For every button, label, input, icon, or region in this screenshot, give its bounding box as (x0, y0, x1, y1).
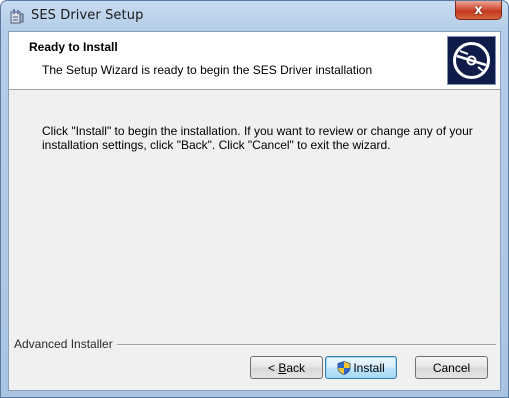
back-button[interactable]: < Back (250, 356, 323, 379)
page-subtitle: The Setup Wizard is ready to begin the S… (42, 63, 373, 77)
close-icon: x (474, 2, 483, 18)
back-button-label: ack (286, 360, 306, 375)
instructions-text: Click "Install" to begin the installatio… (42, 124, 482, 152)
uac-shield-icon (337, 360, 351, 375)
install-button-label: Install (353, 360, 385, 375)
brand-separator: Advanced Installer (14, 337, 496, 351)
disc-icon (447, 36, 496, 85)
brand-label: Advanced Installer (14, 337, 117, 351)
close-button[interactable]: x (455, 1, 502, 20)
back-button-prefix: < (267, 360, 279, 375)
setup-window: SES Driver Setup x Ready to Install The … (0, 0, 509, 398)
setup-package-icon (9, 8, 25, 24)
window-title: SES Driver Setup (31, 8, 144, 23)
back-button-mnemonic: B (278, 360, 287, 375)
cancel-button[interactable]: Cancel (415, 356, 488, 379)
instructions-line-1: Click "Install" to begin the installatio… (42, 124, 473, 138)
cancel-button-label: Cancel (432, 360, 471, 375)
header-banner: Ready to Install The Setup Wizard is rea… (9, 32, 500, 90)
instructions-line-2: installation settings, click "Back". Cli… (42, 138, 391, 152)
wizard-client-area: Ready to Install The Setup Wizard is rea… (8, 31, 501, 391)
page-title: Ready to Install (29, 40, 118, 54)
title-bar[interactable]: SES Driver Setup x (1, 1, 508, 31)
install-button[interactable]: Install (325, 356, 397, 379)
